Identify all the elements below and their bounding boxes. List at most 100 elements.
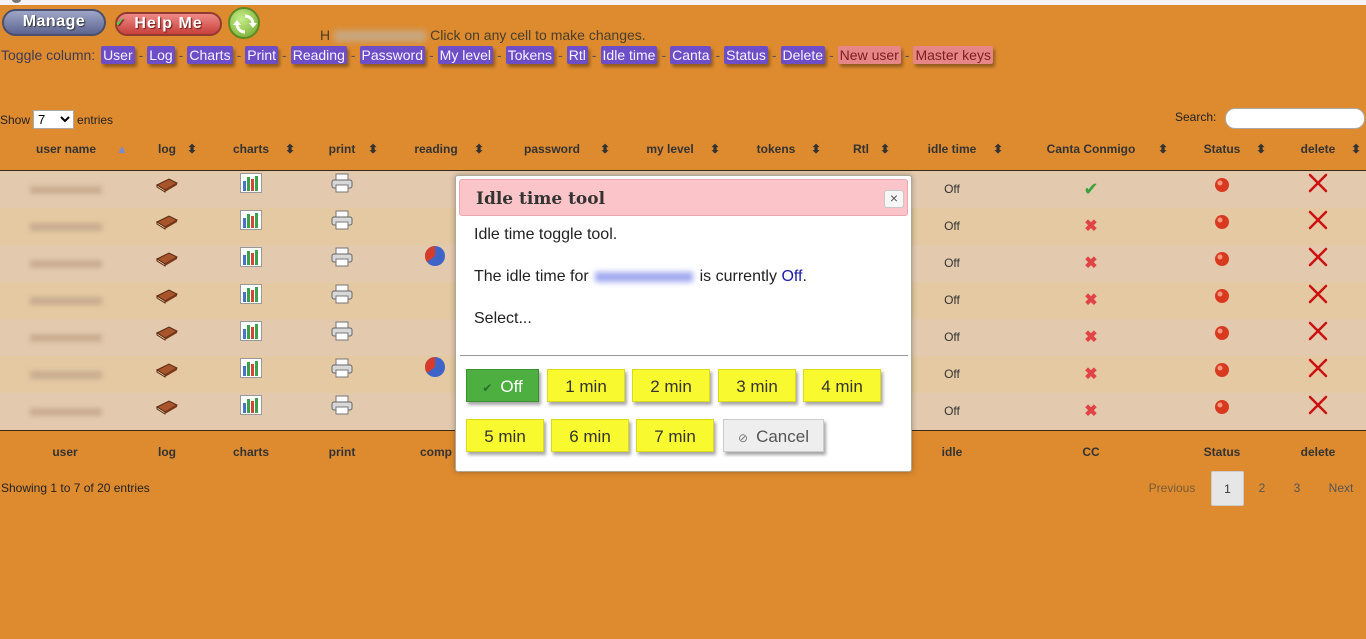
printer-icon[interactable] [322, 245, 362, 282]
log-book-icon[interactable] [150, 356, 184, 393]
pagination-page-1[interactable]: 1 [1211, 471, 1244, 506]
chart-icon[interactable] [226, 245, 276, 282]
refresh-button[interactable] [228, 7, 260, 39]
idle-time-cell[interactable]: Off [930, 171, 974, 208]
log-book-icon[interactable] [150, 282, 184, 319]
chart-icon[interactable] [226, 393, 276, 430]
reading-pie-icon[interactable] [420, 393, 450, 430]
option-1-min-button[interactable]: 1 min [547, 369, 625, 402]
status-dot-icon[interactable] [1206, 208, 1238, 245]
reading-pie-icon[interactable] [420, 171, 450, 208]
printer-icon[interactable] [322, 208, 362, 245]
help-me-button[interactable]: ✓ Help Me [115, 12, 222, 36]
header-delete[interactable]: delete [1296, 142, 1340, 156]
header-log[interactable]: log [150, 142, 184, 156]
reading-pie-icon[interactable] [420, 356, 450, 393]
toggle-print[interactable]: Print [245, 46, 279, 64]
header-reading[interactable]: reading [408, 142, 464, 156]
option-2-min-button[interactable]: 2 min [632, 369, 710, 402]
log-book-icon[interactable] [150, 245, 184, 282]
delete-icon[interactable] [1302, 356, 1334, 393]
cross-icon[interactable]: ✖ [1075, 393, 1107, 430]
printer-icon[interactable] [322, 393, 362, 430]
toggle-status[interactable]: Status [724, 46, 768, 64]
user-name-cell[interactable] [16, 356, 116, 393]
pagination-page-3[interactable]: 3 [1283, 471, 1311, 506]
idle-time-cell[interactable]: Off [930, 319, 974, 356]
printer-icon[interactable] [322, 171, 362, 208]
option-3-min-button[interactable]: 3 min [718, 369, 796, 402]
header-print[interactable]: print [322, 142, 362, 156]
option-7-min-button[interactable]: 7 min [636, 419, 714, 452]
header-my-level[interactable]: my level [640, 142, 700, 156]
pagination-page-2[interactable]: 2 [1248, 471, 1276, 506]
log-book-icon[interactable] [150, 319, 184, 356]
master-keys-button[interactable]: Master keys [913, 46, 993, 64]
idle-time-cell[interactable]: Off [930, 393, 974, 430]
user-name-cell[interactable] [16, 282, 116, 319]
toggle-delete[interactable]: Delete [780, 46, 825, 64]
header-charts[interactable]: charts [226, 142, 276, 156]
user-name-cell[interactable] [16, 393, 116, 430]
log-book-icon[interactable] [150, 208, 184, 245]
reading-pie-icon[interactable] [420, 282, 450, 319]
chart-icon[interactable] [226, 208, 276, 245]
log-book-icon[interactable] [150, 393, 184, 430]
cross-icon[interactable]: ✖ [1075, 282, 1107, 319]
cross-icon[interactable]: ✖ [1075, 356, 1107, 393]
check-icon[interactable]: ✔ [1075, 171, 1107, 208]
status-dot-icon[interactable] [1206, 171, 1238, 208]
status-dot-icon[interactable] [1206, 356, 1238, 393]
user-name-cell[interactable] [16, 319, 116, 356]
reading-pie-icon[interactable] [420, 319, 450, 356]
option-6-min-button[interactable]: 6 min [551, 419, 629, 452]
pagination-previous[interactable]: Previous [1142, 471, 1202, 506]
header-user-name[interactable]: user name [30, 142, 102, 156]
new-user-button[interactable]: New user [837, 46, 901, 64]
delete-icon[interactable] [1302, 282, 1334, 319]
header-tokens[interactable]: tokens [750, 142, 802, 156]
delete-icon[interactable] [1302, 393, 1334, 430]
toggle-user[interactable]: User [101, 46, 135, 64]
printer-icon[interactable] [322, 282, 362, 319]
chart-icon[interactable] [226, 356, 276, 393]
delete-icon[interactable] [1302, 319, 1334, 356]
option-off-button[interactable]: ✔ Off [466, 369, 539, 402]
header-rtl[interactable]: Rtl [848, 142, 874, 156]
header-password[interactable]: password [518, 142, 586, 156]
cross-icon[interactable]: ✖ [1075, 319, 1107, 356]
delete-icon[interactable] [1302, 171, 1334, 208]
cancel-button[interactable]: ⊘ Cancel [723, 419, 824, 452]
option-5-min-button[interactable]: 5 min [466, 419, 544, 452]
idle-time-cell[interactable]: Off [930, 245, 974, 282]
status-dot-icon[interactable] [1206, 393, 1238, 430]
toggle-rtl[interactable]: Rtl [566, 46, 588, 64]
cross-icon[interactable]: ✖ [1075, 245, 1107, 282]
chart-icon[interactable] [226, 171, 276, 208]
status-dot-icon[interactable] [1206, 282, 1238, 319]
printer-icon[interactable] [322, 319, 362, 356]
delete-icon[interactable] [1302, 245, 1334, 282]
close-button[interactable]: × [884, 190, 904, 208]
idle-time-cell[interactable]: Off [930, 208, 974, 245]
chart-icon[interactable] [226, 282, 276, 319]
user-name-cell[interactable] [16, 245, 116, 282]
printer-icon[interactable] [322, 356, 362, 393]
toggle-my-level[interactable]: My level [437, 46, 494, 64]
search-input[interactable] [1225, 108, 1365, 129]
idle-time-cell[interactable]: Off [930, 356, 974, 393]
toggle-log[interactable]: Log [147, 46, 175, 64]
status-dot-icon[interactable] [1206, 319, 1238, 356]
log-book-icon[interactable] [150, 171, 184, 208]
chart-icon[interactable] [226, 319, 276, 356]
reading-pie-icon[interactable] [420, 208, 450, 245]
header-canta-conmigo[interactable]: Canta Conmigo [1040, 142, 1142, 156]
toggle-canta[interactable]: Canta [670, 46, 712, 64]
toggle-charts[interactable]: Charts [187, 46, 233, 64]
reading-pie-icon[interactable] [420, 245, 450, 282]
idle-time-cell[interactable]: Off [930, 282, 974, 319]
entries-select[interactable]: 7 [33, 110, 75, 129]
toggle-tokens[interactable]: Tokens [505, 46, 555, 64]
header-idle-time[interactable]: idle time [922, 142, 982, 156]
delete-icon[interactable] [1302, 208, 1334, 245]
